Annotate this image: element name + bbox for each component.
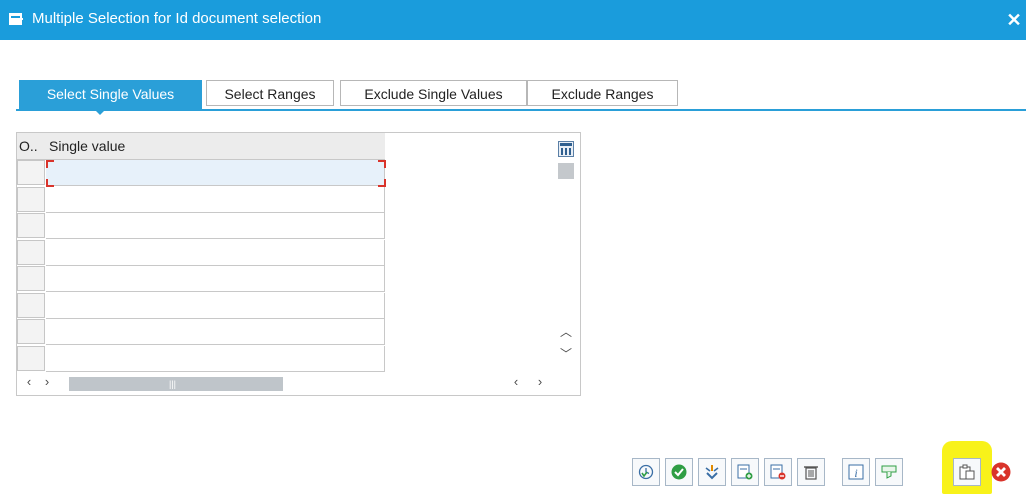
single-value-input[interactable] — [46, 293, 384, 318]
svg-text:i: i — [854, 466, 857, 480]
execute-check-button[interactable] — [632, 458, 660, 486]
row-selector[interactable] — [17, 319, 45, 344]
single-value-cell[interactable] — [46, 240, 385, 266]
single-value-input[interactable] — [46, 266, 384, 291]
red-x-icon — [991, 462, 1011, 482]
tab-exclude-ranges[interactable]: Exclude Ranges — [527, 80, 678, 106]
scroll-right-icon[interactable]: › — [41, 374, 53, 390]
focus-corner — [46, 179, 54, 187]
paste-clipboard-button[interactable] — [953, 458, 981, 486]
row-selector[interactable] — [17, 293, 45, 318]
single-value-input[interactable] — [46, 346, 384, 371]
single-value-cell[interactable] — [46, 293, 385, 319]
single-value-input[interactable] — [46, 213, 384, 238]
scroll-left-icon[interactable]: ‹ — [23, 374, 35, 390]
column-header-single-value[interactable]: Single value — [49, 138, 125, 154]
tab-exclude-single-values[interactable]: Exclude Single Values — [340, 80, 527, 106]
row-selector[interactable] — [17, 240, 45, 265]
insert-row-icon — [737, 464, 753, 480]
single-value-input[interactable] — [46, 240, 384, 265]
tab-select-ranges[interactable]: Select Ranges — [206, 80, 334, 106]
single-value-input[interactable] — [46, 319, 384, 344]
import-button[interactable] — [698, 458, 726, 486]
column-header-option[interactable]: O.. — [19, 138, 38, 154]
single-value-cell[interactable] — [46, 213, 385, 239]
focus-corner — [378, 160, 386, 168]
single-value-cell[interactable] — [46, 187, 385, 213]
filter-icon — [881, 465, 897, 479]
window-title: Multiple Selection for Id document selec… — [32, 10, 322, 27]
insert-line-button[interactable] — [731, 458, 759, 486]
delete-row-icon — [770, 464, 786, 480]
scroll-down-icon[interactable]: ﹀ — [558, 347, 574, 361]
trash-icon — [804, 466, 818, 480]
cancel-button[interactable] — [988, 458, 1016, 486]
focus-corner — [46, 160, 54, 168]
arrow-merge-icon — [705, 465, 719, 480]
info-icon: i — [848, 464, 864, 480]
values-table: O.. Single value ︿ ﹀ ‹ › ||| ‹ › — [16, 132, 581, 396]
copy-button[interactable] — [665, 458, 693, 486]
tab-underline — [16, 109, 1026, 111]
delete-all-button[interactable] — [797, 458, 825, 486]
scroll-right-icon[interactable]: › — [534, 374, 546, 390]
focus-corner — [378, 179, 386, 187]
green-check-icon — [671, 464, 687, 480]
row-selector[interactable] — [17, 346, 45, 371]
single-value-cell[interactable] — [46, 346, 385, 372]
clock-arrow-icon — [638, 464, 654, 480]
single-value-input[interactable] — [46, 160, 384, 185]
single-value-cell[interactable] — [46, 266, 385, 292]
single-value-cell[interactable] — [46, 319, 385, 345]
clipboard-paste-icon — [959, 464, 975, 480]
window-icon — [9, 13, 23, 25]
vertical-scrollbar-thumb[interactable] — [558, 163, 574, 179]
table-header: O.. Single value — [17, 133, 385, 160]
single-value-cell[interactable] — [46, 160, 385, 186]
row-selector[interactable] — [17, 213, 45, 238]
row-selector[interactable] — [17, 160, 45, 185]
single-value-input[interactable] — [46, 187, 384, 212]
scroll-left-icon[interactable]: ‹ — [510, 374, 522, 390]
row-selector[interactable] — [17, 266, 45, 291]
active-tab-indicator — [94, 109, 106, 115]
horizontal-scrollbar-thumb[interactable]: ||| — [69, 377, 283, 391]
row-selector[interactable] — [17, 187, 45, 212]
scroll-up-icon[interactable]: ︿ — [558, 325, 574, 339]
table-settings-icon[interactable] — [558, 141, 574, 157]
filter-button[interactable] — [875, 458, 903, 486]
scroll-grip-icon: ||| — [169, 379, 177, 389]
help-button[interactable]: i — [842, 458, 870, 486]
close-icon[interactable]: ✕ — [1004, 9, 1024, 31]
delete-line-button[interactable] — [764, 458, 792, 486]
title-bar: Multiple Selection for Id document selec… — [0, 0, 1026, 40]
tab-select-single-values[interactable]: Select Single Values — [19, 80, 202, 110]
